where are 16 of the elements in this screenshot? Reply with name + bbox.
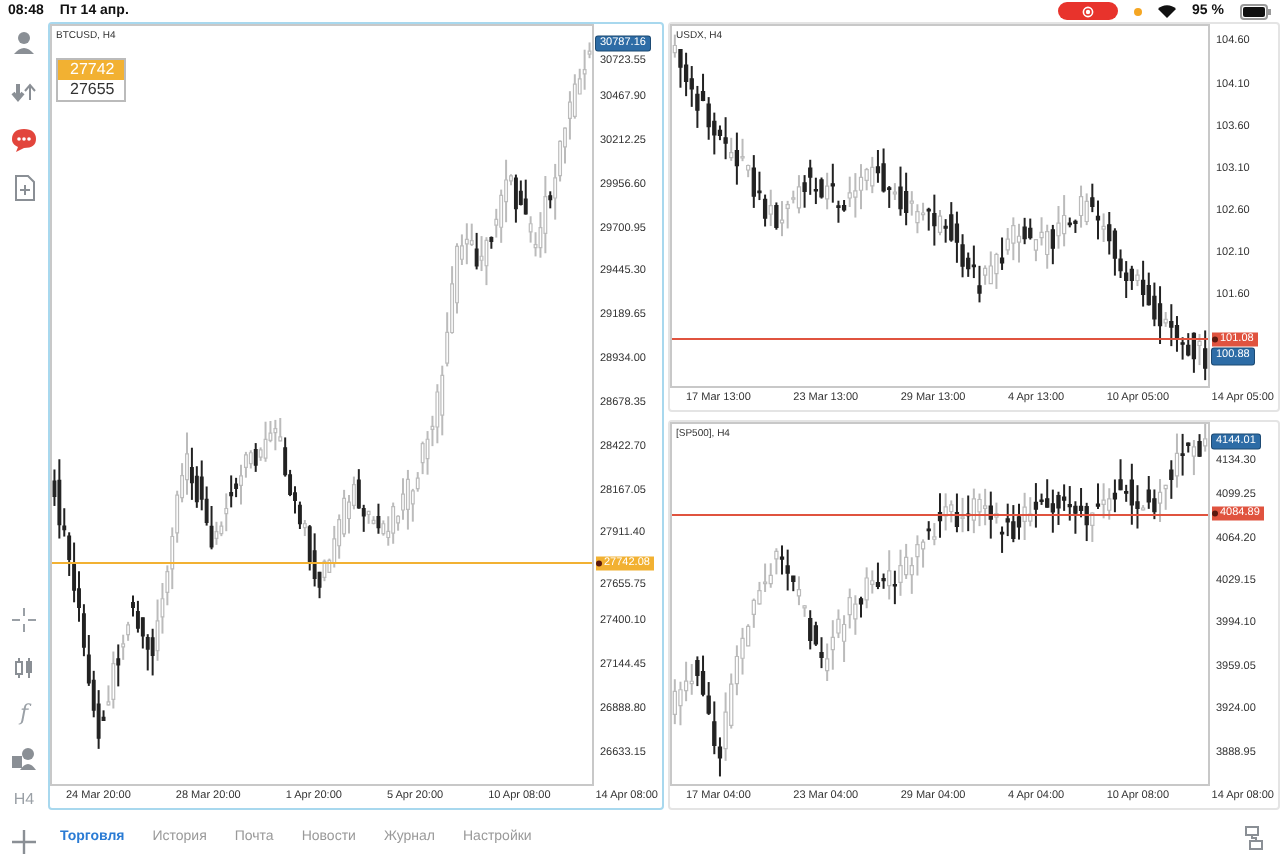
privacy-dot-icon xyxy=(1134,7,1143,15)
new-document-icon[interactable] xyxy=(10,174,38,202)
indicators-button[interactable]: f xyxy=(19,702,29,724)
chat-icon[interactable] xyxy=(10,126,38,154)
candlestick-icon[interactable] xyxy=(10,654,38,682)
layout-icon[interactable] xyxy=(1240,823,1268,851)
account-icon[interactable] xyxy=(10,30,38,58)
bid-price[interactable]: 27655 xyxy=(58,80,124,100)
objects-icon[interactable] xyxy=(10,744,38,772)
trade-arrows-icon[interactable] xyxy=(10,78,38,106)
crosshair-icon[interactable] xyxy=(10,606,38,634)
ask-price[interactable]: 27742 xyxy=(58,60,124,80)
add-icon[interactable] xyxy=(10,828,38,856)
battery-icon xyxy=(1240,3,1272,19)
wifi-icon xyxy=(1158,4,1177,18)
timeframe-button[interactable]: H4 xyxy=(13,792,35,808)
